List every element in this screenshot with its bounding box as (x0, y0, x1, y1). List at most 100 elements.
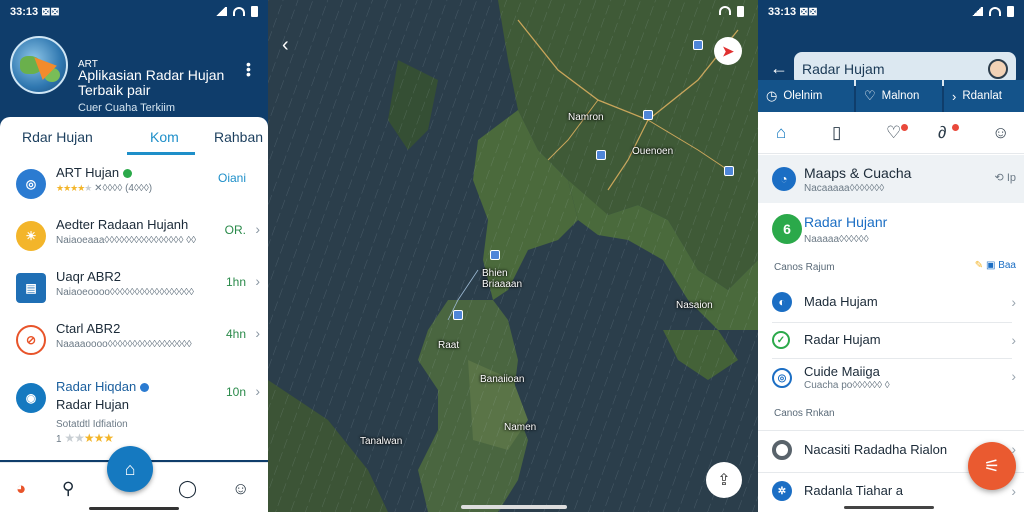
chrome-icon[interactable]: ◕ (16, 479, 26, 499)
battery-icon (251, 5, 258, 17)
location-pin-icon[interactable] (724, 166, 734, 176)
left-app-panel: 33:13 ⊠⊠ ART Aplikasian Radar Hujan Terb… (0, 0, 268, 512)
home-icon[interactable]: ⌂ (776, 123, 786, 143)
profile-icon[interactable]: ☺ (232, 479, 249, 499)
map-label: Banaiioan (480, 374, 525, 385)
map-label: Tanalwan (360, 436, 403, 447)
radar-icon: ◔ (772, 167, 796, 191)
grid-icon: ✲ (772, 481, 792, 501)
chevron-right-icon: › (255, 325, 260, 341)
compass-icon[interactable]: ➤ (714, 37, 742, 65)
top-pick-row[interactable]: 6 Radar Hujanr Naaaaa◊◊◊◊◊◊ (758, 204, 1024, 254)
list-item[interactable]: ⊘ Ctarl ABR2 Naaaaoooo◊◊◊◊◊◊◊◊◊◊◊◊◊◊◊◊◊ … (0, 315, 268, 367)
back-arrow-icon[interactable]: ← (770, 58, 788, 79)
avatar[interactable] (988, 59, 1008, 79)
heart-icon: ♡ (864, 88, 876, 103)
list-item[interactable]: ◉ Radar Hiqdan Radar Hujan Sotatdtl Idfi… (0, 373, 268, 453)
share-icon[interactable]: ⇪ (706, 462, 742, 498)
tab-radar-hujan[interactable]: Rdar Hujan (22, 129, 93, 145)
app-subtitle: Cuer Cuaha Terkiim (78, 102, 176, 114)
section-title: Canos Rnkan (774, 408, 835, 419)
search-icon[interactable]: ⚲ (62, 479, 74, 499)
gesture-bar (461, 505, 567, 509)
wifi-icon (233, 6, 245, 16)
tab-rahban[interactable]: Rahban (214, 129, 263, 145)
tab-rdanlat[interactable]: › Rdanlat (944, 80, 1024, 112)
app-title: ART Aplikasian Radar Hujan (78, 59, 225, 83)
tab-malnon[interactable]: ♡ Malnon (856, 80, 942, 112)
map-label: Raat (438, 340, 460, 351)
more-menu-icon[interactable]: • • • (246, 57, 251, 81)
map-label: Namron (568, 112, 604, 123)
bookmark-fab-button[interactable]: ⌂ (107, 446, 153, 492)
target-icon (772, 440, 792, 460)
pin-icon: ✎ (974, 260, 984, 271)
featured-app-row[interactable]: ◔ Maaps & Cuacha Nacaaaaa◊◊◊◊◊◊◊ ⟲ Ip (758, 155, 1024, 203)
signal-icon (971, 6, 983, 16)
chevron-right-icon: › (1011, 332, 1016, 348)
install-action[interactable]: ⟲ Ip (995, 171, 1016, 184)
battery-icon (1007, 5, 1014, 17)
location-pin-icon[interactable] (693, 40, 703, 50)
location-pin-icon[interactable] (643, 110, 653, 120)
location-pin-icon[interactable] (453, 310, 463, 320)
list-item[interactable]: ✓ Radar Hujam › (758, 324, 1024, 358)
list-item[interactable]: ◐ Mada Hujam › (758, 284, 1024, 322)
list-item[interactable]: ☀ Aedter Radaan Hujanh Naiaoeaaa◊◊◊◊◊◊◊◊… (0, 211, 268, 263)
bookmark-icon[interactable]: ▯ (832, 123, 841, 143)
tab-olelnim[interactable]: ◷ Olelnim (758, 80, 854, 112)
notification-badge (901, 124, 908, 131)
check-circle-icon: ✓ (772, 331, 790, 349)
shield-icon[interactable]: ♡ (886, 123, 901, 143)
list-item[interactable]: ◎ ART Hujan ★★★★★ ✕◊◊◊◊ (4◊◊◊) Oiani (0, 159, 268, 211)
chevron-right-icon: › (255, 221, 260, 237)
status-bar: 33:13 ⊠⊠ (758, 0, 1024, 22)
chevron-right-icon: › (255, 383, 260, 399)
tab-kom[interactable]: Kom (150, 129, 179, 145)
rating-stars: ★★★★★ (64, 431, 114, 445)
list-item[interactable]: ◎ Cuide Maiiga Cuacha po◊◊◊◊◊◊ ◊ › (758, 360, 1024, 402)
active-tab-indicator (127, 152, 195, 155)
section-action[interactable]: ✎ ▣ Baa (975, 260, 1016, 271)
location-pin-icon[interactable] (490, 250, 500, 260)
app-list-card: Rdar Hujan Kom Rahban ◎ ART Hujan ★★★★★ … (0, 117, 268, 460)
radar-icon: ◎ (16, 169, 46, 199)
icon-toolbar: ⌂ ▯ ♡ ∂ ☺ (758, 112, 1024, 154)
signal-icon (215, 6, 227, 16)
status-bar: 33:13 ⊠⊠ (0, 0, 268, 22)
globe-icon: ◎ (772, 368, 792, 388)
map-icon: ▣ (985, 260, 996, 271)
clock-icon: ◷ (766, 88, 778, 103)
chat-icon[interactable]: ◯ (178, 479, 197, 499)
sun-cloud-icon: ☀ (16, 221, 46, 251)
radar-icon: 6 (772, 214, 802, 244)
profile-icon[interactable]: ☺ (992, 123, 1009, 143)
chevron-right-icon: › (1011, 368, 1016, 384)
map-label: Bhien Briaaaan (482, 268, 523, 290)
location-pin-icon[interactable] (596, 150, 606, 160)
status-time: 33:13 ⊠⊠ (768, 5, 818, 18)
gesture-bar (89, 507, 179, 510)
chevron-right-icon: › (1011, 483, 1016, 499)
radar-map[interactable]: ‹ ➤ Namron Ouenoen Bhien Briaaaan Raat B… (268, 0, 758, 512)
link-icon[interactable]: ∂ (938, 123, 946, 143)
back-arrow-icon[interactable]: ‹ (282, 34, 289, 57)
right-app-panel: 33:13 ⊠⊠ ← Radar Hujam ◷ Olelnim ♡ Malnon … (758, 0, 1024, 512)
list-item[interactable]: ▤ Uaqr ABR2 Naiaoeoooo◊◊◊◊◊◊◊◊◊◊◊◊◊◊◊◊◊ … (0, 263, 268, 315)
house-screen-icon: ▤ (16, 273, 46, 303)
app-logo-globe-icon (10, 36, 68, 94)
status-bar (268, 0, 758, 22)
chevron-right-icon: › (952, 88, 957, 104)
filter-tabs: ◷ Olelnim ♡ Malnon › Rdanlat (758, 80, 1024, 112)
verified-icon (140, 383, 150, 393)
app-title-line2: Terbaik pair (78, 82, 151, 98)
tab-bar: Rdar Hujan Kom Rahban (0, 117, 268, 157)
no-rain-icon: ⊘ (16, 325, 46, 355)
map-label: Ouenoen (632, 146, 674, 157)
wifi-icon (989, 6, 1001, 16)
gesture-bar (844, 506, 934, 509)
filter-fab-button[interactable]: ⚟ (968, 442, 1016, 490)
notification-badge (952, 124, 959, 131)
satellite-icon: ◐ (772, 292, 792, 312)
section-title: Canos Rajum (774, 262, 835, 273)
